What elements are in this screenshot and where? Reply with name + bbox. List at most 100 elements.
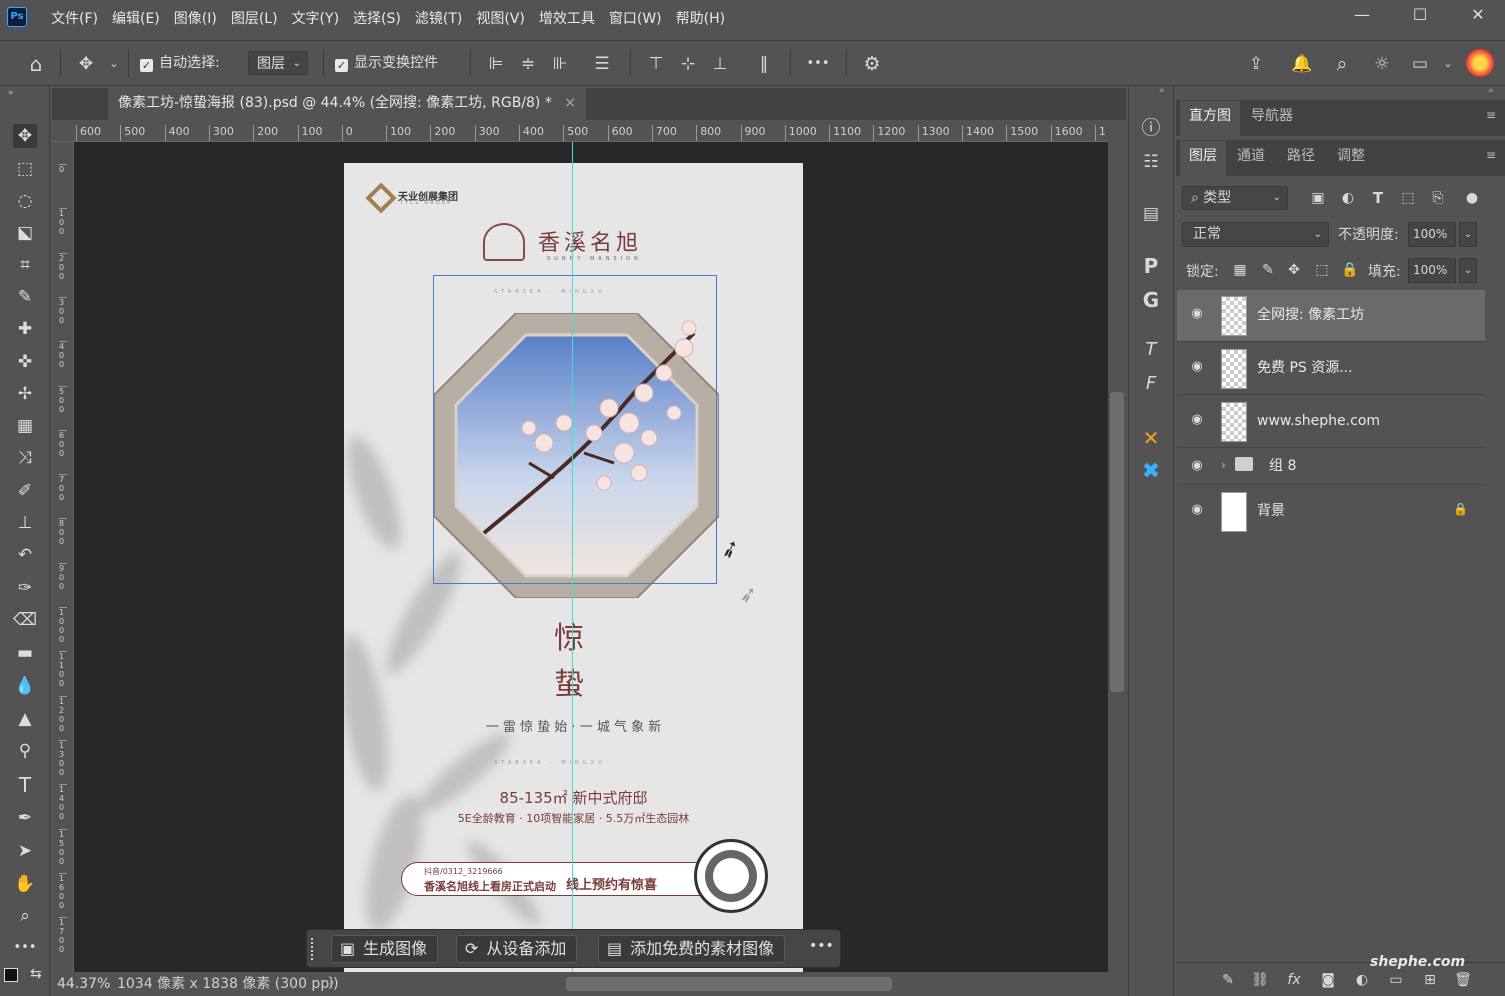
- auto-select-checkbox[interactable]: ✓ 自动选择:: [140, 51, 220, 75]
- close-tab-icon[interactable]: ×: [564, 95, 576, 111]
- lasso-tool-icon[interactable]: ◌: [13, 189, 37, 213]
- show-transform-checkbox[interactable]: ✓ 显示变换控件: [335, 51, 438, 75]
- vertical-ruler[interactable]: 0 100 200 300 400 500 600 700 800 900 1000 1100 1200…: [52, 142, 74, 972]
- chip-icon[interactable]: ▦: [13, 414, 37, 438]
- mask-icon[interactable]: ◙: [1316, 968, 1340, 992]
- expand-icon[interactable]: »: [1488, 86, 1494, 96]
- tab-paths[interactable]: 路径: [1278, 141, 1324, 171]
- bell-icon[interactable]: 🔔: [1290, 52, 1314, 76]
- content-aware-move-icon[interactable]: ⤨: [13, 446, 37, 470]
- sharpen-tool-icon[interactable]: ▲: [13, 707, 37, 731]
- path-select-icon[interactable]: ➤: [13, 839, 37, 863]
- selection-bounding-box[interactable]: [433, 275, 717, 584]
- menu-help[interactable]: 帮助(H): [669, 8, 732, 30]
- plugin-g-icon[interactable]: G: [1139, 288, 1163, 312]
- layer-row[interactable]: ◉ 背景 🔒: [1177, 486, 1485, 538]
- menu-file[interactable]: 文件(F): [44, 8, 105, 30]
- layer-row[interactable]: ◉ 免费 PS 资源...: [1177, 343, 1485, 395]
- menu-filter[interactable]: 滤镜(T): [408, 8, 469, 30]
- filter-shape-icon[interactable]: ⬚: [1396, 186, 1420, 210]
- layer-name[interactable]: 免费 PS 资源...: [1257, 343, 1353, 393]
- chevron-down-icon[interactable]: ⌄: [1436, 52, 1460, 76]
- object-select-tool-icon[interactable]: ⬕: [13, 221, 37, 245]
- brush-settings-icon[interactable]: ▤: [1139, 202, 1163, 226]
- menu-plugins[interactable]: 增效工具: [532, 8, 602, 30]
- workspace-icon[interactable]: ▭: [1408, 52, 1432, 76]
- fill-input[interactable]: 100%: [1408, 258, 1456, 283]
- layer-filter-dropdown[interactable]: ⌕ 类型 ⌄: [1182, 186, 1288, 210]
- move-tool-icon[interactable]: ✥: [13, 124, 37, 148]
- generate-image-button[interactable]: ▣ 生成图像: [331, 935, 439, 963]
- eye-icon[interactable]: ◉: [1189, 306, 1205, 322]
- align-left-icon[interactable]: ⊫: [484, 52, 508, 76]
- panel-expand-icon[interactable]: »: [8, 88, 14, 98]
- heal-brush-icon[interactable]: ✜: [13, 350, 37, 374]
- align-hcenter-icon[interactable]: ≑: [516, 52, 540, 76]
- layer-name[interactable]: 全网搜: 像素工坊: [1257, 290, 1364, 340]
- type-tool-icon[interactable]: T: [13, 773, 37, 797]
- vertical-guide[interactable]: [572, 142, 573, 972]
- menu-image[interactable]: 图像(I): [167, 8, 224, 30]
- menu-window[interactable]: 窗口(W): [602, 8, 669, 30]
- canvas-area[interactable]: 天业创展集团 TYCZ GROUP 香溪名旭 SUNNY MANSION STA…: [74, 142, 1108, 972]
- brush-tool-icon[interactable]: ✐: [13, 479, 37, 503]
- swap-colors-icon[interactable]: ⇆: [30, 966, 42, 982]
- zoom-level[interactable]: 44.37%: [57, 972, 110, 996]
- distribute-vertical-icon[interactable]: ☰: [590, 52, 614, 76]
- eraser-tool-icon[interactable]: ⌫: [13, 608, 37, 632]
- adjustment-layer-icon[interactable]: ◐: [1350, 968, 1374, 992]
- panel-menu-icon[interactable]: ≡: [1486, 148, 1496, 162]
- filter-toggle-icon[interactable]: ●: [1460, 186, 1484, 210]
- chevron-right-icon[interactable]: ›: [1221, 458, 1226, 472]
- adjustments-icon[interactable]: ☷: [1139, 150, 1163, 174]
- tab-channels[interactable]: 通道: [1228, 141, 1274, 171]
- lock-position-icon[interactable]: ✥: [1282, 258, 1306, 282]
- avatar[interactable]: [1466, 49, 1494, 77]
- minimize-button[interactable]: —: [1342, 4, 1382, 28]
- align-top-icon[interactable]: ⊤: [644, 52, 668, 76]
- menu-layer[interactable]: 图层(L): [224, 8, 285, 30]
- filter-type-icon[interactable]: T: [1366, 186, 1390, 210]
- link-icon[interactable]: ⛓: [1248, 968, 1272, 992]
- eye-icon[interactable]: ◉: [1189, 458, 1205, 474]
- layer-row[interactable]: ◉ www.shephe.com: [1177, 396, 1485, 448]
- layer-name[interactable]: 组 8: [1269, 449, 1296, 483]
- font-plugin-icon[interactable]: F: [1139, 372, 1163, 396]
- foreground-color-swatch[interactable]: [4, 968, 18, 982]
- add-from-device-button[interactable]: ⟳ 从设备添加: [456, 935, 578, 963]
- distribute-horizontal-icon[interactable]: ‖: [752, 52, 776, 76]
- zoom-tool-icon[interactable]: ⌕: [13, 904, 37, 928]
- filter-adjust-icon[interactable]: ◐: [1336, 186, 1360, 210]
- marquee-tool-icon[interactable]: ⬚: [13, 157, 37, 181]
- x-plugin-icon[interactable]: ✖: [1139, 460, 1163, 484]
- blur-tool-icon[interactable]: 💧: [13, 674, 37, 698]
- gradient-tool-icon[interactable]: ▬: [13, 641, 37, 665]
- gear-icon[interactable]: ⚙: [860, 52, 884, 76]
- horizontal-ruler[interactable]: 600 500 400 300 200 100 0 100 200 300 400 500 600 700…: [52, 120, 1108, 142]
- plugin-p-icon[interactable]: P: [1139, 254, 1163, 278]
- horizontal-scroll-thumb[interactable]: [566, 977, 892, 991]
- info-icon[interactable]: ⓘ: [1139, 116, 1163, 140]
- share-icon[interactable]: ⇪: [1244, 52, 1268, 76]
- layer-group-row[interactable]: ◉ › 组 8: [1177, 449, 1485, 485]
- eyedropper-tool-icon[interactable]: ✎: [13, 285, 37, 309]
- fill-chevron-icon[interactable]: ⌄: [1459, 258, 1477, 283]
- filter-pixel-icon[interactable]: ▣: [1306, 186, 1330, 210]
- new-layer-icon[interactable]: ⊞: [1418, 968, 1442, 992]
- lock-transparent-icon[interactable]: ▦: [1228, 258, 1252, 282]
- add-free-assets-button[interactable]: ▤ 添加免费的素材图像: [598, 935, 786, 963]
- eye-icon[interactable]: ◉: [1189, 412, 1205, 428]
- menu-select[interactable]: 选择(S): [346, 8, 408, 30]
- panel-menu-icon[interactable]: ≡: [1486, 108, 1496, 122]
- align-vcenter-icon[interactable]: ⊹: [676, 52, 700, 76]
- opacity-input[interactable]: 100%: [1408, 222, 1456, 247]
- lock-all-icon[interactable]: 🔒: [1338, 258, 1362, 282]
- document-canvas[interactable]: 天业创展集团 TYCZ GROUP 香溪名旭 SUNNY MANSION STA…: [344, 163, 803, 972]
- collapse-icon[interactable]: «: [1159, 86, 1165, 96]
- stamp-tool-icon[interactable]: ⊥: [13, 511, 37, 535]
- layer-name[interactable]: 背景: [1257, 486, 1285, 536]
- pen-tool-icon[interactable]: ✒: [13, 806, 37, 830]
- dodge-tool-icon[interactable]: ⚲: [13, 739, 37, 763]
- more-options-icon[interactable]: •••: [806, 52, 830, 76]
- tools-plugin-icon[interactable]: ✕: [1139, 426, 1163, 450]
